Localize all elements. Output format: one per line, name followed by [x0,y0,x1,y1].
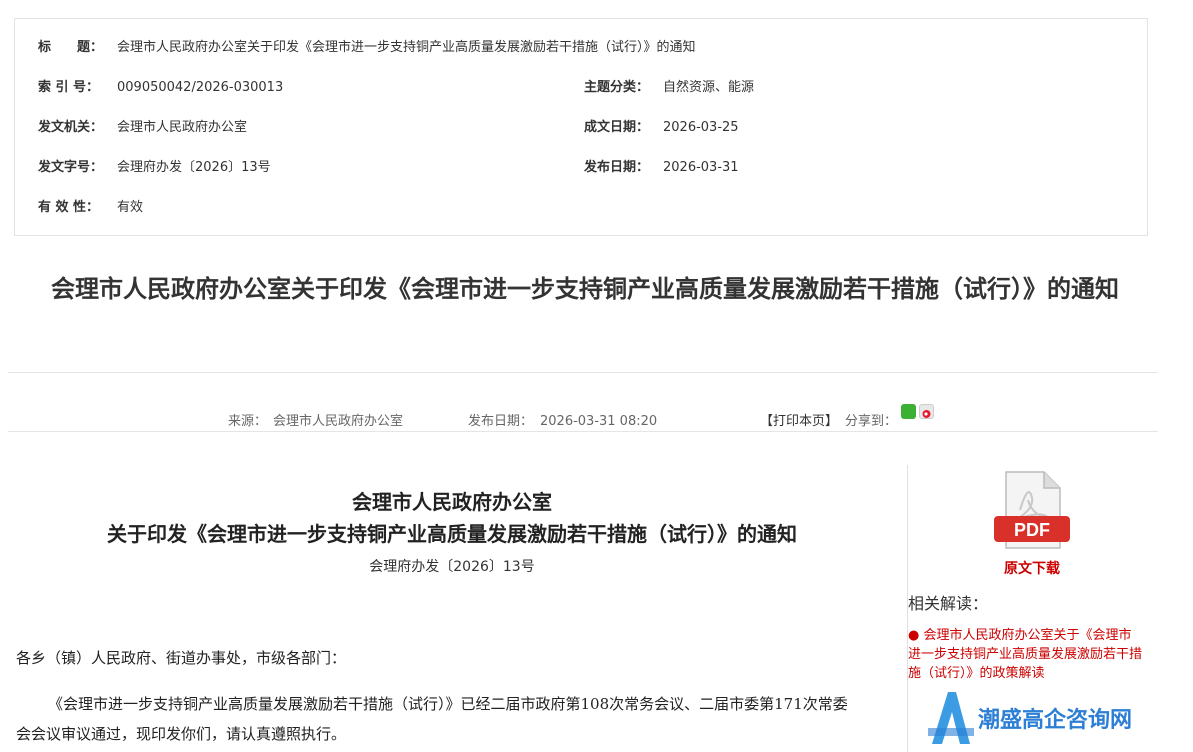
metadata-panel: 标 题： 会理市人民政府办公室关于印发《会理市进一步支持铜产业高质量发展激励若干… [14,18,1148,236]
meta-docno-label: 发文字号： [38,160,104,175]
salutation: 各乡（镇）人民政府、街道办事处，市级各部门： [16,649,347,667]
weibo-eye-icon [922,410,931,418]
meta-topic-value: 自然资源、能源 [663,80,755,95]
meta-index-value: 009050042/2026-030013 [117,80,284,95]
watermark: 潮盛高企咨询网 [926,688,1156,748]
pdf-file-icon: PDF [994,471,1070,549]
meta-row-title: 标 题： 会理市人民政府办公室关于印发《会理市进一步支持铜产业高质量发展激励若干… [15,38,1147,58]
document-heading-line1: 会理市人民政府办公室 [352,490,552,514]
divider [8,431,1158,432]
watermark-logo-icon [928,692,974,744]
meta-created-value: 2026-03-25 [663,120,739,135]
document-heading-line2: 关于印发《会理市进一步支持铜产业高质量发展激励若干措施（试行）》的通知 [107,522,797,546]
meta-docno-value: 会理府办发〔2026〕13号 [117,160,271,175]
print-button[interactable]: 【打印本页】 [760,412,838,432]
meta-validity-label: 有 效 性： [38,200,100,215]
source-label: 来源： [228,414,268,429]
pdf-badge-text: PDF [1014,520,1050,540]
wechat-share-icon[interactable] [901,404,916,419]
share-label: 分享到： [845,414,898,429]
meta-published-value: 2026-03-31 [663,160,739,175]
meta-issuer-label: 发文机关： [38,120,104,135]
related-title: 相关解读： [908,594,989,613]
article-title: 会理市人民政府办公室关于印发《会理市进一步支持铜产业高质量发展激励若干措施（试行… [51,275,1119,303]
publish-date-value: 2026-03-31 08:20 [540,414,658,429]
meta-title-label: 标 题： [38,40,104,55]
meta-created-label: 成文日期： [584,120,650,135]
weibo-share-icon[interactable] [919,404,934,419]
meta-published-label: 发布日期： [584,160,650,175]
divider [8,372,1158,373]
meta-index-label: 索 引 号： [38,80,100,95]
meta-row-index: 索 引 号： 009050042/2026-030013 主题分类： 自然资源、… [15,78,1147,98]
watermark-text: 潮盛高企咨询网 [978,708,1133,733]
source-value: 会理市人民政府办公室 [273,414,404,429]
pdf-download-icon[interactable]: PDF [992,470,1072,550]
meta-issuer-value: 会理市人民政府办公室 [117,120,248,135]
paragraph-line2: 会会议审议通过，现印发你们，请认真遵照执行。 [16,725,347,743]
paragraph-line1: 《会理市进一步支持铜产业高质量发展激励若干措施（试行）》已经二届市政府第108次… [48,695,848,713]
meta-topic-label: 主题分类： [584,80,650,95]
meta-validity-value: 有效 [117,200,144,215]
meta-row-docno: 发文字号： 会理府办发〔2026〕13号 发布日期： 2026-03-31 [15,158,1147,178]
original-download-link[interactable]: 原文下载 [993,558,1071,578]
meta-row-issuer: 发文机关： 会理市人民政府办公室 成文日期： 2026-03-25 [15,118,1147,138]
publish-date-label: 发布日期： [468,414,534,429]
meta-row-validity: 有 效 性： 有效 [15,198,1147,218]
related-link-policy-interpretation[interactable]: ● 会理市人民政府办公室关于《会理市进一步支持铜产业高质量发展激励若干措施（试行… [908,626,1143,683]
meta-title-value: 会理市人民政府办公室关于印发《会理市进一步支持铜产业高质量发展激励若干措施（试行… [117,40,696,55]
document-number: 会理府办发〔2026〕13号 [369,559,535,575]
